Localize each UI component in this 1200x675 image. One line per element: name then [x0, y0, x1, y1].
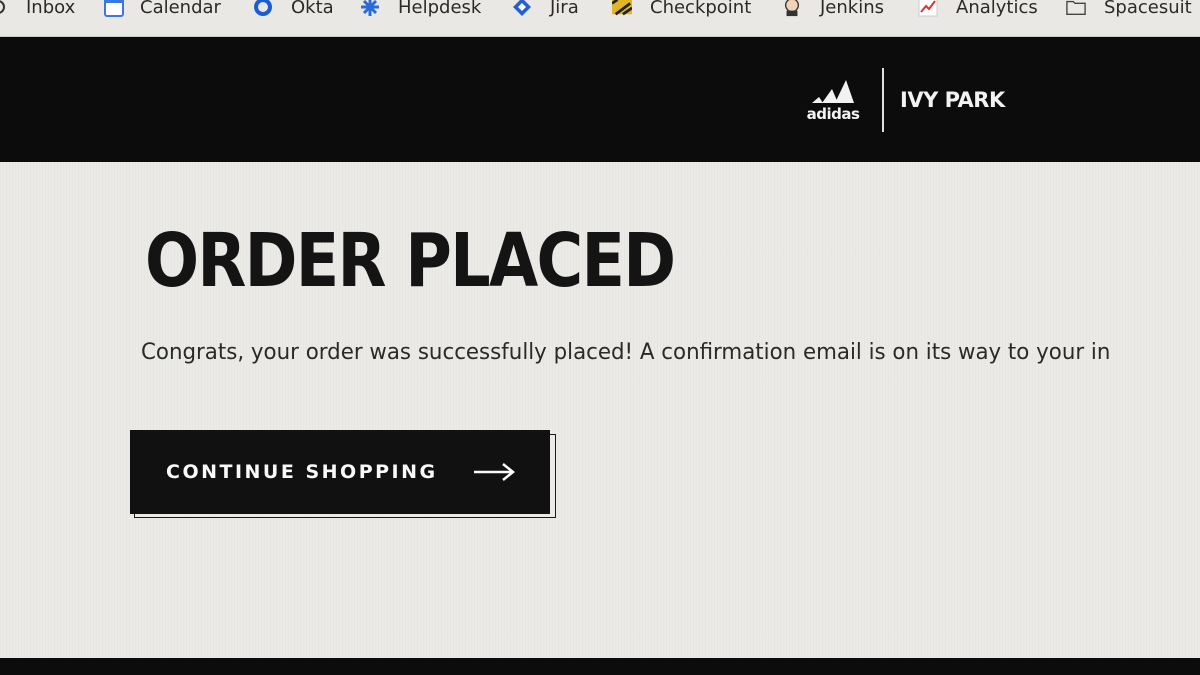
bookmark-label: Jenkins: [820, 0, 885, 18]
bookmark-label: Checkpoint: [650, 0, 752, 18]
helpdesk-icon: [360, 0, 380, 17]
button-label: CONTINUE SHOPPING: [166, 461, 438, 483]
okta-icon: [253, 0, 273, 17]
bookmark-label: Inbox: [26, 0, 76, 18]
bookmark-jira[interactable]: Jira: [512, 0, 579, 18]
bookmark-spacesuit[interactable]: Spacesuit: [1066, 0, 1192, 18]
bookmark-label: Analytics: [956, 0, 1038, 18]
jira-icon: [512, 0, 532, 17]
bookmark-label: Calendar: [140, 0, 221, 18]
ivy-park-logo[interactable]: IVY PARK: [900, 88, 1005, 112]
bookmark-inbox[interactable]: Inbox: [0, 0, 75, 18]
bookmark-okta[interactable]: Okta: [253, 0, 334, 18]
mail-icon: [0, 0, 8, 17]
calendar-icon: [104, 0, 124, 17]
adidas-stripes-icon: [812, 80, 854, 103]
bookmark-calendar[interactable]: Calendar: [104, 0, 221, 18]
confirmation-message: Congrats, your order was successfully pl…: [141, 340, 1111, 365]
adidas-wordmark: adidas: [806, 105, 860, 123]
bookmark-label: Helpdesk: [398, 0, 482, 18]
brand-logos[interactable]: adidas IVY PARK: [800, 67, 1005, 133]
continue-shopping-wrapper: CONTINUE SHOPPING: [130, 430, 556, 518]
page-title: ORDER PLACED: [145, 218, 676, 304]
bookmark-checkpoint[interactable]: Checkpoint: [612, 0, 751, 18]
continue-shopping-button[interactable]: CONTINUE SHOPPING: [130, 430, 550, 514]
adidas-logo[interactable]: adidas: [800, 67, 866, 133]
bookmark-label: Spacesuit: [1104, 0, 1192, 18]
bookmarks-bar: Inbox Calendar Okta Helpdesk Jira Checkp…: [0, 0, 1200, 37]
folder-icon: [1066, 0, 1086, 17]
arrow-right-icon: [472, 462, 516, 482]
footer-edge: [0, 658, 1200, 675]
bookmark-label: Okta: [291, 0, 334, 18]
site-header: adidas IVY PARK: [0, 37, 1200, 162]
order-confirmation: ORDER PLACED Congrats, your order was su…: [0, 162, 1200, 658]
logo-divider: [882, 68, 884, 132]
jenkins-icon: [782, 0, 802, 17]
bookmark-label: Jira: [550, 0, 579, 18]
analytics-icon: [918, 0, 938, 17]
bookmark-analytics[interactable]: Analytics: [918, 0, 1038, 18]
bookmark-jenkins[interactable]: Jenkins: [782, 0, 884, 18]
bookmark-helpdesk[interactable]: Helpdesk: [360, 0, 481, 18]
checkpoint-icon: [612, 0, 632, 17]
